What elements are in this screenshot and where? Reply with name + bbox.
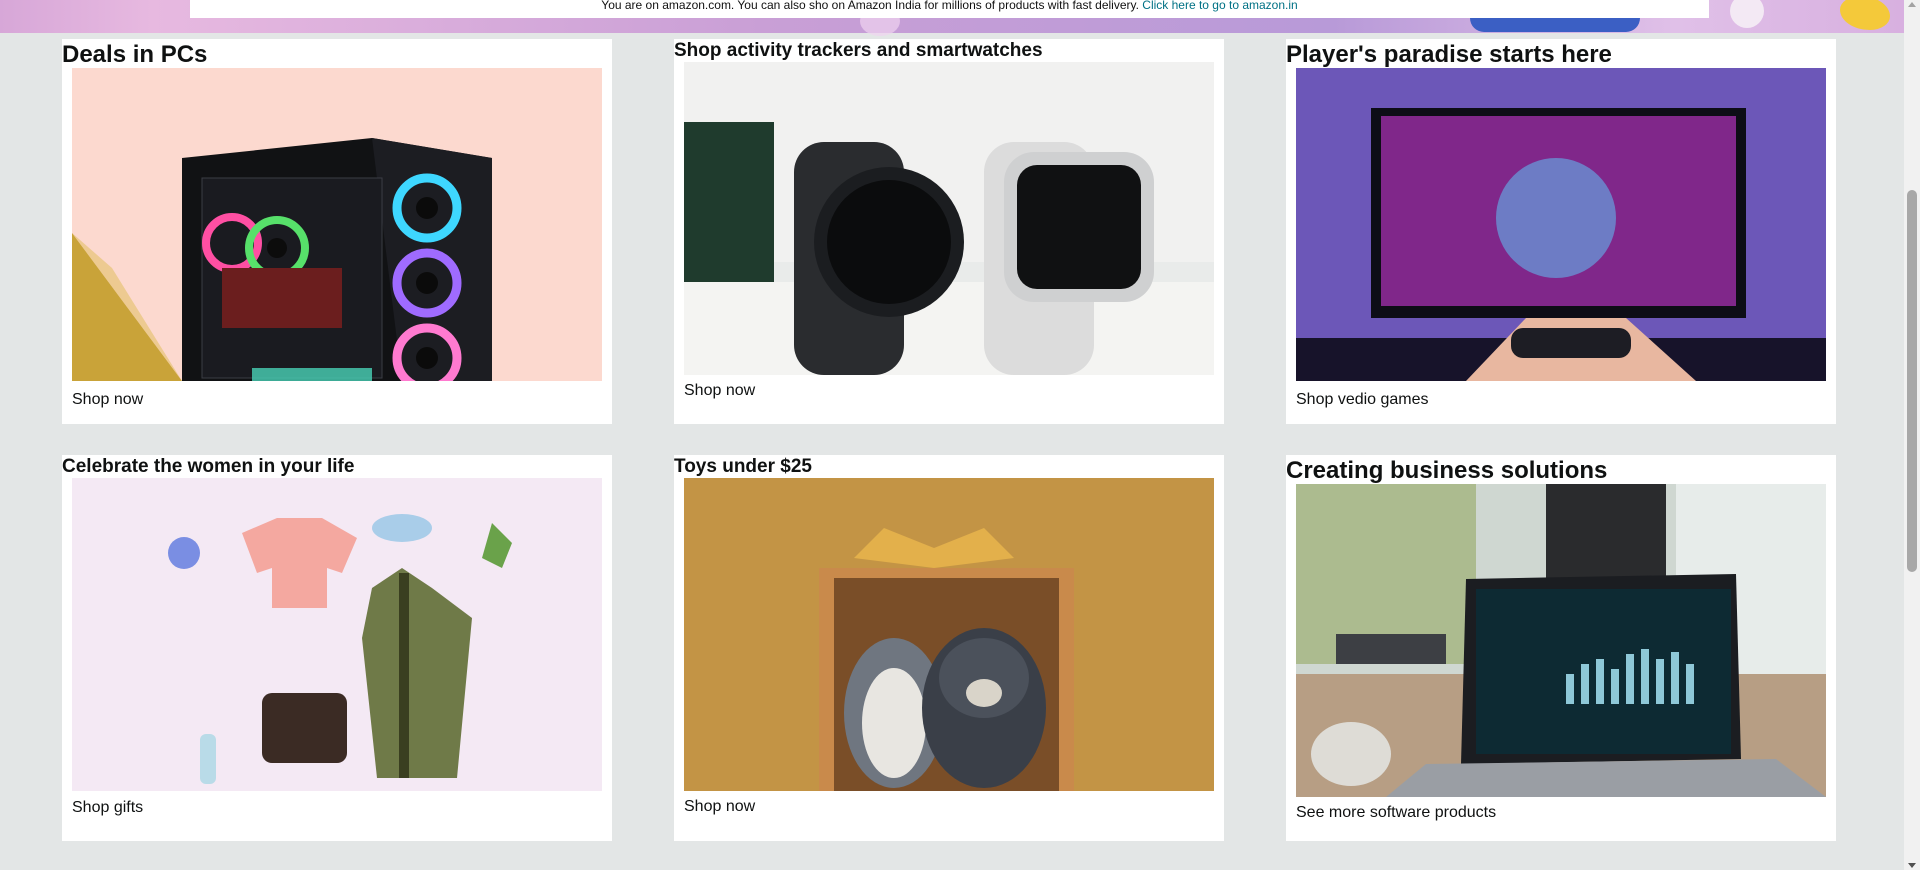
card-business-solutions: Creating business solutions See more sof… — [1286, 455, 1836, 841]
card-image-software[interactable] — [1296, 484, 1826, 797]
amazon-in-link[interactable]: Click here to go to amazon.in — [1142, 0, 1297, 12]
card-deals-in-pcs: Deals in PCs Shop now — [62, 39, 612, 424]
card-link[interactable]: Shop now — [72, 391, 143, 409]
card-image-video-games[interactable] — [1296, 68, 1826, 381]
card-toys-under-25: Toys under $25 Shop now — [674, 455, 1224, 841]
card-title: Creating business solutions — [1286, 457, 1608, 484]
card-title: Player's paradise starts here — [1286, 41, 1612, 68]
card-link[interactable]: Shop vedio games — [1296, 391, 1429, 409]
card-image-pc[interactable] — [72, 68, 602, 381]
card-celebrate-women: Celebrate the women in your life Shop gi… — [62, 455, 612, 841]
card-link[interactable]: Shop gifts — [72, 799, 143, 817]
card-players-paradise: Player's paradise starts here Shop vedio… — [1286, 39, 1836, 424]
card-link[interactable]: Shop now — [684, 382, 755, 400]
region-notice-text: You are on amazon.com. You can also sho … — [601, 0, 1139, 12]
card-link[interactable]: Shop now — [684, 798, 755, 816]
card-image-toys[interactable] — [684, 478, 1214, 791]
card-title: Celebrate the women in your life — [62, 456, 355, 477]
scrollbar-thumb[interactable] — [1907, 190, 1917, 572]
card-title: Deals in PCs — [62, 41, 208, 68]
card-smartwatches: Shop activity trackers and smartwatches … — [674, 39, 1224, 424]
card-title: Toys under $25 — [674, 456, 812, 477]
card-image-gifts[interactable] — [72, 478, 602, 791]
scroll-down-arrow-icon[interactable] — [1908, 863, 1916, 868]
card-title: Shop activity trackers and smartwatches — [674, 40, 1043, 61]
page-scrollbar[interactable] — [1904, 0, 1920, 870]
scroll-up-arrow-icon[interactable] — [1908, 2, 1916, 7]
card-image-smartwatches[interactable] — [684, 62, 1214, 375]
region-notice: You are on amazon.com. You can also sho … — [190, 0, 1709, 18]
card-link[interactable]: See more software products — [1296, 804, 1496, 822]
